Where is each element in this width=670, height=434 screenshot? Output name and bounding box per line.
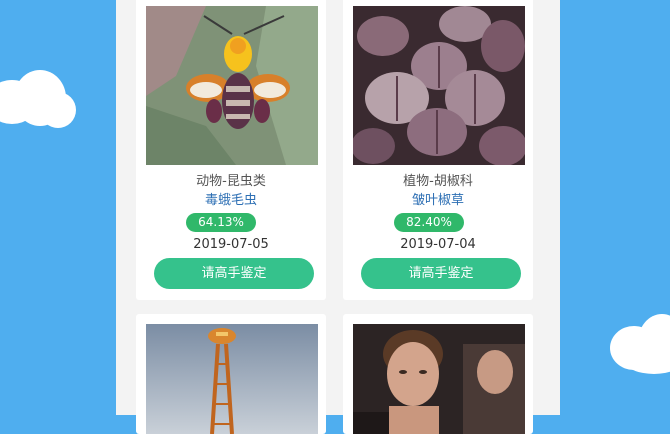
date-label: 2019-07-05 bbox=[193, 237, 269, 252]
cloud-decoration-right bbox=[610, 314, 670, 374]
result-card[interactable] bbox=[343, 314, 533, 434]
ask-expert-button[interactable]: 请高手鉴定 bbox=[361, 258, 521, 289]
category-label: 植物-胡椒科 bbox=[403, 174, 473, 189]
tower-photo[interactable] bbox=[146, 324, 318, 434]
ask-expert-button[interactable]: 请高手鉴定 bbox=[154, 258, 314, 289]
accuracy-badge: 82.40% bbox=[394, 213, 464, 232]
peperomia-plant-photo[interactable] bbox=[353, 6, 525, 165]
caterpillar-photo[interactable] bbox=[146, 6, 318, 165]
man-portrait-photo[interactable] bbox=[353, 324, 525, 434]
result-card[interactable]: 动物-昆虫类 毒蛾毛虫 64.13% 2019-07-05 请高手鉴定 bbox=[136, 0, 326, 300]
result-card[interactable]: 植物-胡椒科 皱叶椒草 82.40% 2019-07-04 请高手鉴定 bbox=[343, 0, 533, 300]
species-name-link[interactable]: 皱叶椒草 bbox=[343, 193, 533, 209]
cloud-decoration-left bbox=[0, 70, 76, 128]
date-label: 2019-07-04 bbox=[400, 237, 476, 252]
result-card[interactable] bbox=[136, 314, 326, 434]
category-label: 动物-昆虫类 bbox=[196, 174, 266, 189]
results-list-panel: 动物-昆虫类 毒蛾毛虫 64.13% 2019-07-05 请高手鉴定 植物-胡… bbox=[116, 0, 560, 434]
accuracy-badge: 64.13% bbox=[186, 213, 256, 232]
species-name-link[interactable]: 毒蛾毛虫 bbox=[136, 193, 326, 209]
